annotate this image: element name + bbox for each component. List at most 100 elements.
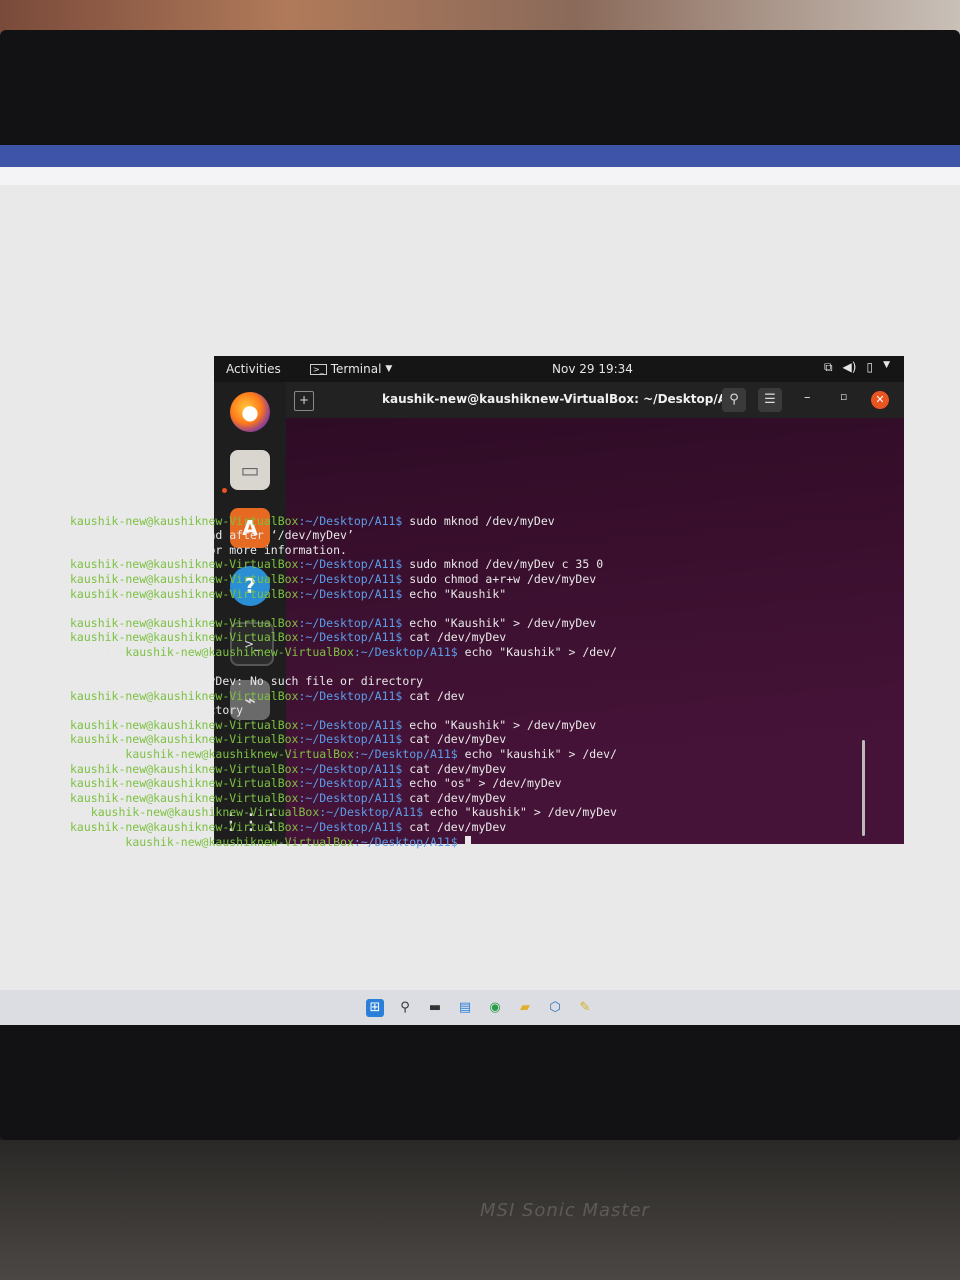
prompt-path: :~/Desktop/A11$ [353, 747, 458, 762]
terminal-output[interactable]: 133 sd 134 sd 135 sd 253 device-mapper 254 m… [70, 426, 670, 849]
prompt-user: kaushik-new@kaushiknew-VirtualBox [70, 557, 299, 572]
terminal-line: 254 mdp [70, 484, 670, 499]
system-tray[interactable]: ⧉ ◀) ▯ ▼ [824, 360, 890, 375]
terminal-scrollbar[interactable] [862, 740, 865, 836]
terminal-line: myDev [70, 660, 670, 675]
windows-start-icon[interactable]: ⊞ [366, 998, 384, 1017]
clock[interactable]: Nov 29 19:34 [552, 362, 633, 376]
command-text [458, 835, 465, 849]
command-text: sudo chmod a+r+w /dev/myDev [402, 571, 597, 586]
prompt-user: kaushik-new@kaushiknew-VirtualBox [70, 688, 299, 703]
terminal-line: +AUSHIK◆kaushik-new@kaushiknew-VirtualBo… [70, 645, 670, 660]
prompt-user: kaushik-new@kaushiknew-VirtualBox [70, 513, 299, 528]
prompt-user: kaushik-new@kaushiknew-VirtualBox [70, 790, 299, 805]
terminal-line: kaushik-new@kaushiknew-VirtualBox:~/Desk… [70, 718, 670, 733]
output-text: Try 'mknod --help' for more information. [70, 542, 347, 557]
prompt-user: kaushik-new@kaushiknew-VirtualBox [70, 586, 299, 601]
command-text: cat /dev/myDev [402, 790, 507, 805]
volume-icon: ◀) [842, 360, 857, 374]
terminal-line: 135 sd [70, 455, 670, 470]
terminal-header-bar: + kaushik-new@kaushiknew-VirtualBox: ~/D… [286, 382, 904, 418]
command-text: cat /dev/myDev [402, 761, 507, 776]
app-menu[interactable]: >_ Terminal ▼ [310, 362, 392, 376]
prompt-user: kaushik-new@kaushiknew-VirtualBox [70, 732, 299, 747]
terminal-line: kaushik-new@kaushiknew-VirtualBox:~/Desk… [70, 587, 670, 602]
hamburger-menu-button[interactable]: ☰ [758, 388, 782, 412]
output-text: 133 sd [70, 426, 112, 440]
output-prefix: +AUSHIK◆ [70, 644, 126, 659]
terminal-line: bash: /dev/myDevv//myDev: No such file o… [70, 674, 670, 689]
laptop-brand-logo: MSI Sonic Master [480, 1200, 650, 1221]
prompt-path: :~/Desktop/A11$ [298, 615, 403, 630]
close-button[interactable]: ✕ [871, 391, 889, 409]
output-prefix: +AUSHIK◆ [70, 747, 126, 762]
prompt-path: :~/Desktop/A11$ [298, 513, 403, 528]
maximize-button[interactable]: ▫ [840, 390, 847, 403]
network-icon: ⧉ [823, 360, 833, 374]
prompt-path: :~/Desktop/A11$ [298, 630, 403, 645]
terminal-line: 134 sd [70, 441, 670, 456]
command-text: cat /dev [402, 688, 465, 703]
terminal-line: Kaushik [70, 601, 670, 616]
prompt-path: :~/Desktop/A11$ [298, 790, 403, 805]
app-icon[interactable]: ✎ [576, 999, 594, 1017]
command-text: echo "os" > /dev/myDev [402, 776, 562, 791]
prompt-path: :~/Desktop/A11$ [319, 805, 424, 820]
command-text: cat /dev/myDev [402, 820, 507, 835]
prompt-path: :~/Desktop/A11$ [353, 644, 458, 659]
output-text: 134 sd [70, 440, 112, 455]
chrome-icon[interactable]: ◉ [486, 999, 504, 1017]
prompt-user: kaushik-new@kaushiknew-VirtualBox [90, 805, 320, 820]
terminal-line: kaushik-new@kaushiknew-VirtualBox:~/Desk… [70, 762, 670, 777]
terminal-line: mknod: missing operand after ‘/dev/myDev… [70, 528, 670, 543]
battery-icon: ▯ [866, 360, 874, 374]
new-tab-button[interactable]: + [294, 391, 314, 411]
terminal-line: kaushik-new@kaushiknew-VirtualBox:~/Desk… [70, 791, 670, 806]
search-icon[interactable]: ⚲ [396, 999, 414, 1017]
output-text: myDev [70, 659, 105, 674]
command-text: echo "kaushik" > /dev/ [457, 747, 617, 762]
terminal-line: kaushik-new@kaushiknew-VirtualBox:~/Desk… [70, 630, 670, 645]
file-explorer-icon[interactable]: ▰ [516, 999, 534, 1017]
prompt-user: kaushik-new@kaushiknew-VirtualBox [70, 615, 299, 630]
prompt-path: :~/Desktop/A11$ [298, 688, 403, 703]
command-text: sudo mknod /dev/myDev c 35 0 [402, 557, 604, 572]
text-cursor [464, 835, 471, 849]
chevron-down-icon: ▼ [883, 360, 890, 370]
prompt-user: kaushik-new@kaushiknew-VirtualBox [70, 820, 299, 835]
output-text: bash: /dev/myDevv//myDev: No such file o… [70, 674, 424, 689]
command-text: cat /dev/myDev [402, 732, 507, 747]
search-button[interactable]: ⚲ [722, 388, 746, 412]
task-view-icon[interactable]: ▬ [426, 999, 444, 1017]
virtualbox-icon[interactable]: ⬡ [546, 999, 564, 1017]
host-window-toolbar [0, 167, 960, 185]
terminal-line: kaushik-new@kaushiknew-VirtualBox:~/Desk… [70, 732, 670, 747]
prompt-path: :~/Desktop/A11$ [298, 732, 403, 747]
command-text: echo "kaushik" > /dev/myDev [423, 805, 617, 820]
terminal-line: KAUSHIK◆kaushik-new@kaushiknew-VirtualBo… [70, 835, 670, 850]
prompt-path: :~/Desktop/A11$ [298, 557, 403, 572]
prompt-user: kaushik-new@kaushiknew-VirtualBox [70, 761, 299, 776]
prompt-path: :~/Desktop/A11$ [298, 571, 403, 586]
command-text: echo "Kaushik" > /dev/myDev [402, 717, 597, 732]
host-window-titlebar [0, 145, 960, 167]
terminal-line: OS◆kaushik-new@kaushiknew-VirtualBox:~/D… [70, 805, 670, 820]
prompt-user: kaushik-new@kaushiknew-VirtualBox [70, 571, 299, 586]
command-text: cat /dev/myDev [402, 630, 507, 645]
prompt-user: kaushik-new@kaushiknew-VirtualBox [125, 834, 354, 849]
app-menu-label: Terminal [330, 362, 382, 376]
widgets-icon[interactable]: ▤ [456, 999, 474, 1017]
terminal-small-icon: >_ [310, 363, 327, 375]
terminal-line: 133 sd [70, 426, 670, 441]
terminal-line: kaushik-new@kaushiknew-VirtualBox:~/Desk… [70, 689, 670, 704]
command-text: sudo mknod /dev/myDev [402, 513, 555, 528]
activities-button[interactable]: Activities [226, 362, 281, 376]
terminal-line: kaushik-new@kaushiknew-VirtualBox:~/Desk… [70, 514, 670, 529]
terminal-title: kaushik-new@kaushiknew-VirtualBox: ~/Des… [382, 392, 744, 406]
command-text: echo "Kaushik" > /dev/ [457, 644, 617, 659]
command-text: echo "Kaushik" > /dev/myDev [402, 615, 597, 630]
prompt-path: :~/Desktop/A11$ [353, 834, 458, 849]
prompt-path: :~/Desktop/A11$ [298, 776, 403, 791]
output-prefix: OS◆ [70, 805, 91, 820]
minimize-button[interactable]: – [804, 390, 811, 405]
